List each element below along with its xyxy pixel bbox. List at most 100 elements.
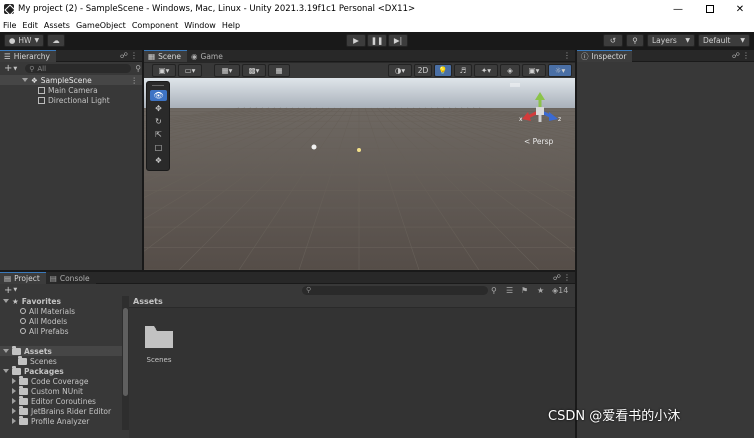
expand-arrow-icon[interactable] — [3, 299, 9, 303]
unity-scene-icon: ❖ — [31, 75, 38, 85]
tree-scrollbar[interactable] — [122, 296, 129, 430]
rotate-tool-button[interactable]: ↻ — [150, 116, 167, 127]
snap-icon: ▩▾ — [248, 66, 260, 75]
breadcrumb-assets[interactable]: Assets — [133, 297, 163, 306]
render-dropdown[interactable]: ▭▾ — [178, 64, 202, 77]
tag-icon[interactable]: ⚑ — [521, 286, 528, 295]
kebab-menu-icon[interactable]: ⋮ — [131, 76, 139, 85]
minimize-button[interactable]: — — [662, 0, 694, 18]
favorites-header[interactable]: ★ Favorites — [0, 296, 122, 306]
assets-folder-row[interactable]: Assets — [0, 345, 122, 356]
tab-game[interactable]: ◉ Game — [186, 49, 229, 62]
favorite-item-all-models[interactable]: All Models — [20, 316, 67, 326]
x-axis-label: x — [519, 116, 523, 123]
asset-item-scenes[interactable]: Scenes — [143, 322, 175, 370]
eye-slash-icon: ◈ — [507, 66, 513, 75]
tab-scene[interactable]: ▦ Scene — [144, 49, 187, 62]
search-button[interactable]: ⚲ — [626, 34, 644, 47]
hierarchy-search-input[interactable]: ⚲ All — [25, 64, 132, 73]
toggle-grid-button[interactable]: ▦ — [268, 64, 290, 77]
search-placeholder: All — [37, 64, 47, 73]
move-tool-button[interactable]: ✥ — [150, 103, 167, 114]
package-item-custom-nunit[interactable]: Custom NUnit — [12, 385, 83, 396]
hidden-objects-button[interactable]: ◈ — [500, 64, 520, 77]
scene-row[interactable]: ❖ SampleScene ⋮ — [0, 75, 142, 85]
expand-arrow-icon[interactable] — [3, 349, 9, 353]
menu-edit[interactable]: Edit — [19, 21, 41, 30]
favorite-item-all-materials[interactable]: All Materials — [20, 306, 75, 316]
snap-increment-dropdown[interactable]: ▩▾ — [242, 64, 266, 77]
scene-toolbar: ▣▾ ▭▾ ▦▾ ▩▾ ▦ ◑▾ 2D 💡 ♬ ✦▾ ◈ ▣▾ ☼▾ — [144, 63, 575, 78]
view-tool-button[interactable]: 👁 — [150, 90, 167, 101]
play-button[interactable]: ▶ — [346, 34, 366, 47]
lock-icon[interactable]: ☍ — [553, 273, 561, 282]
menu-window[interactable]: Window — [181, 21, 219, 30]
expand-arrow-icon[interactable] — [3, 369, 9, 373]
scene-canvas: x z < Persp — [144, 78, 575, 270]
expand-arrow-icon[interactable] — [22, 78, 28, 82]
expand-arrow-icon[interactable] — [12, 398, 16, 404]
rect-tool-button[interactable]: □ — [150, 142, 167, 153]
kebab-menu-icon[interactable]: ⋮ — [742, 51, 750, 60]
draw-mode-dropdown[interactable]: ▣▾ — [152, 64, 176, 77]
packages-folder-row[interactable]: Packages — [0, 365, 122, 376]
tab-hierarchy[interactable]: ☰ Hierarchy — [0, 49, 56, 62]
grid-snap-dropdown[interactable]: ▦▾ — [214, 64, 240, 77]
layers-dropdown[interactable]: Layers ▼ — [647, 34, 695, 47]
menu-help[interactable]: Help — [219, 21, 243, 30]
layout-dropdown[interactable]: Default ▼ — [698, 34, 750, 47]
hidden-packages-toggle[interactable]: ◈ 14 — [552, 286, 568, 295]
transform-tool-button[interactable]: ❖ — [150, 155, 167, 166]
camera-dropdown[interactable]: ▣▾ — [522, 64, 546, 77]
project-search-input[interactable]: ⚲ — [302, 285, 488, 295]
effects-dropdown[interactable]: ✦▾ — [474, 64, 498, 77]
toggle-lighting-button[interactable]: 💡 — [434, 64, 452, 77]
favorite-item-all-prefabs[interactable]: All Prefabs — [20, 326, 69, 336]
star-icon[interactable]: ★ — [537, 286, 544, 295]
menu-gameobject[interactable]: GameObject — [73, 21, 129, 30]
expand-arrow-icon[interactable] — [12, 378, 16, 384]
kebab-menu-icon[interactable]: ⋮ — [563, 273, 571, 282]
pause-button[interactable]: ❚❚ — [367, 34, 387, 47]
persp-label[interactable]: < Persp — [524, 137, 554, 146]
gizmos-dropdown[interactable]: ☼▾ — [548, 64, 572, 77]
menu-file[interactable]: File — [0, 21, 19, 30]
tab-console[interactable]: ▤ Console — [45, 271, 96, 284]
close-button[interactable]: ✕ — [724, 0, 754, 18]
tab-inspector[interactable]: ⓘ Inspector — [577, 49, 633, 62]
hierarchy-item-main-camera[interactable]: Main Camera — [38, 85, 98, 95]
expand-arrow-icon[interactable] — [12, 388, 16, 394]
toggle-2d-button[interactable]: 2D — [414, 64, 432, 77]
package-item-profile-analyzer[interactable]: Profile Analyzer — [12, 415, 89, 426]
expand-arrow-icon[interactable] — [12, 418, 16, 424]
step-button[interactable]: ▶| — [388, 34, 408, 47]
package-item-code-coverage[interactable]: Code Coverage — [12, 375, 89, 386]
cloud-button[interactable]: ☁ — [47, 34, 65, 47]
hierarchy-item-directional-light[interactable]: Directional Light — [38, 95, 110, 105]
kebab-menu-icon[interactable]: ⋮ — [130, 51, 138, 60]
kebab-menu-icon[interactable]: ⋮ — [563, 51, 571, 60]
scene-viewport[interactable]: x z < Persp — [144, 78, 575, 270]
account-dropdown[interactable]: ● HW ▼ — [4, 34, 44, 47]
lock-icon[interactable]: ☍ — [732, 51, 740, 60]
maximize-button[interactable] — [694, 0, 726, 18]
package-item-jetbrains-rider-editor[interactable]: JetBrains Rider Editor — [12, 405, 111, 416]
lock-icon[interactable]: ☍ — [120, 51, 128, 60]
search-by-type-icon[interactable]: ⚲ — [491, 286, 497, 295]
tree-scrollbar-thumb[interactable] — [123, 308, 128, 396]
menu-assets[interactable]: Assets — [41, 21, 73, 30]
toggle-audio-button[interactable]: ♬ — [454, 64, 472, 77]
search-options-icon[interactable]: ⚲ — [135, 64, 141, 73]
undo-history-button[interactable]: ↺ — [603, 34, 623, 47]
folder-item-scenes[interactable]: Scenes — [18, 355, 57, 366]
filter-icon[interactable]: ☰ — [506, 286, 513, 295]
add-button[interactable]: + — [4, 63, 12, 74]
menu-component[interactable]: Component — [129, 21, 181, 30]
scale-tool-button[interactable]: ⇱ — [150, 129, 167, 140]
tab-project[interactable]: ▤ Project — [0, 271, 46, 284]
add-button[interactable]: + — [4, 285, 12, 296]
package-item-editor-coroutines[interactable]: Editor Coroutines — [12, 395, 96, 406]
favorite-item-label: All Models — [29, 316, 68, 326]
lighting-dropdown[interactable]: ◑▾ — [388, 64, 412, 77]
expand-arrow-icon[interactable] — [12, 408, 16, 414]
